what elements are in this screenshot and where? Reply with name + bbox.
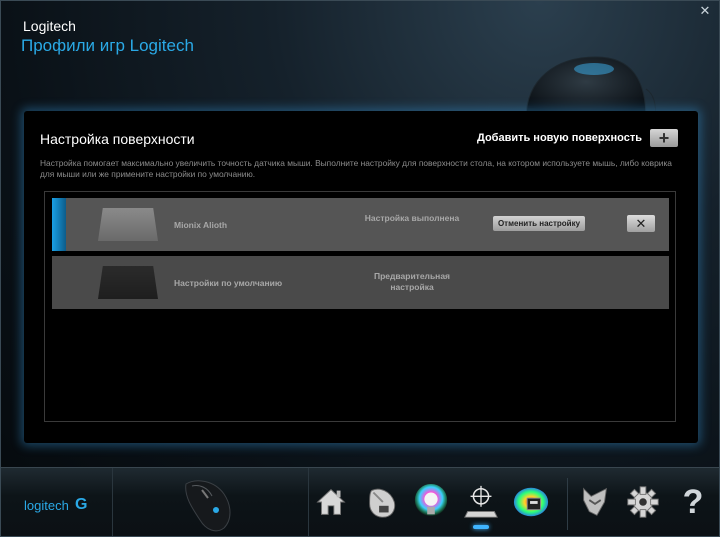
add-surface-label[interactable]: Добавить новую поверхность [477,132,642,144]
surface-tuning-icon [464,485,498,518]
arx-control-button[interactable] [575,482,615,522]
surface-name: Настройки по умолчанию [174,278,283,288]
heatmap-icon [513,487,549,517]
gear-icon [627,486,659,518]
toolbar-divider [567,478,568,530]
home-button[interactable] [311,482,351,522]
delete-surface-button[interactable]: ✕ [627,215,655,232]
brand-title: Logitech [23,18,76,34]
help-icon: ? [682,483,704,521]
mouse-settings-button[interactable] [361,482,401,522]
heatmap-button[interactable] [511,482,551,522]
surface-list: Mionix Alioth Настройка выполнена Отмени… [44,191,676,422]
app-title: Профили игр Logitech [21,36,194,55]
taskbar: logitech G ? [1,467,719,536]
active-indicator [52,198,66,251]
add-surface-button[interactable]: + [650,129,678,147]
active-tab-indicator [473,525,489,529]
app-window: ✕ Logitech Профили игр Logitech Настройк… [0,0,720,537]
logitech-logo: logitech [24,498,69,513]
logitech-g-icon: G [75,496,88,513]
home-icon [316,489,346,515]
surface-status: Настройка выполнена [364,213,460,223]
settings-button[interactable] [623,482,663,522]
surface-tuning-panel: Настройка поверхности Добавить новую пов… [24,111,698,443]
device-selector[interactable] [113,468,309,536]
close-button[interactable]: ✕ [697,3,713,19]
mousepad-thumbnail-icon [98,266,158,299]
arx-control-icon [583,487,607,516]
lighting-icon [414,483,448,517]
logo-area: logitech G [1,468,113,536]
surface-name: Mionix Alioth [174,220,228,230]
surface-row-mionix[interactable]: Mionix Alioth Настройка выполнена Отмени… [52,198,669,251]
panel-title: Настройка поверхности [40,131,195,147]
help-button[interactable]: ? [673,482,713,522]
mouse-background-icon [525,56,656,119]
panel-description: Настройка помогает максимально увеличить… [40,158,672,179]
mousepad-thumbnail-icon [98,208,158,241]
surface-tuning-button[interactable] [461,482,501,522]
mouse-settings-icon [369,488,396,518]
cancel-tuning-button[interactable]: Отменить настройку [493,216,585,231]
gaming-mouse-icon [185,480,231,532]
lighting-button[interactable] [411,482,451,522]
surface-status: Предварительная настройка [373,271,451,292]
surface-row-default[interactable]: Настройки по умолчанию Предварительная н… [52,256,669,309]
